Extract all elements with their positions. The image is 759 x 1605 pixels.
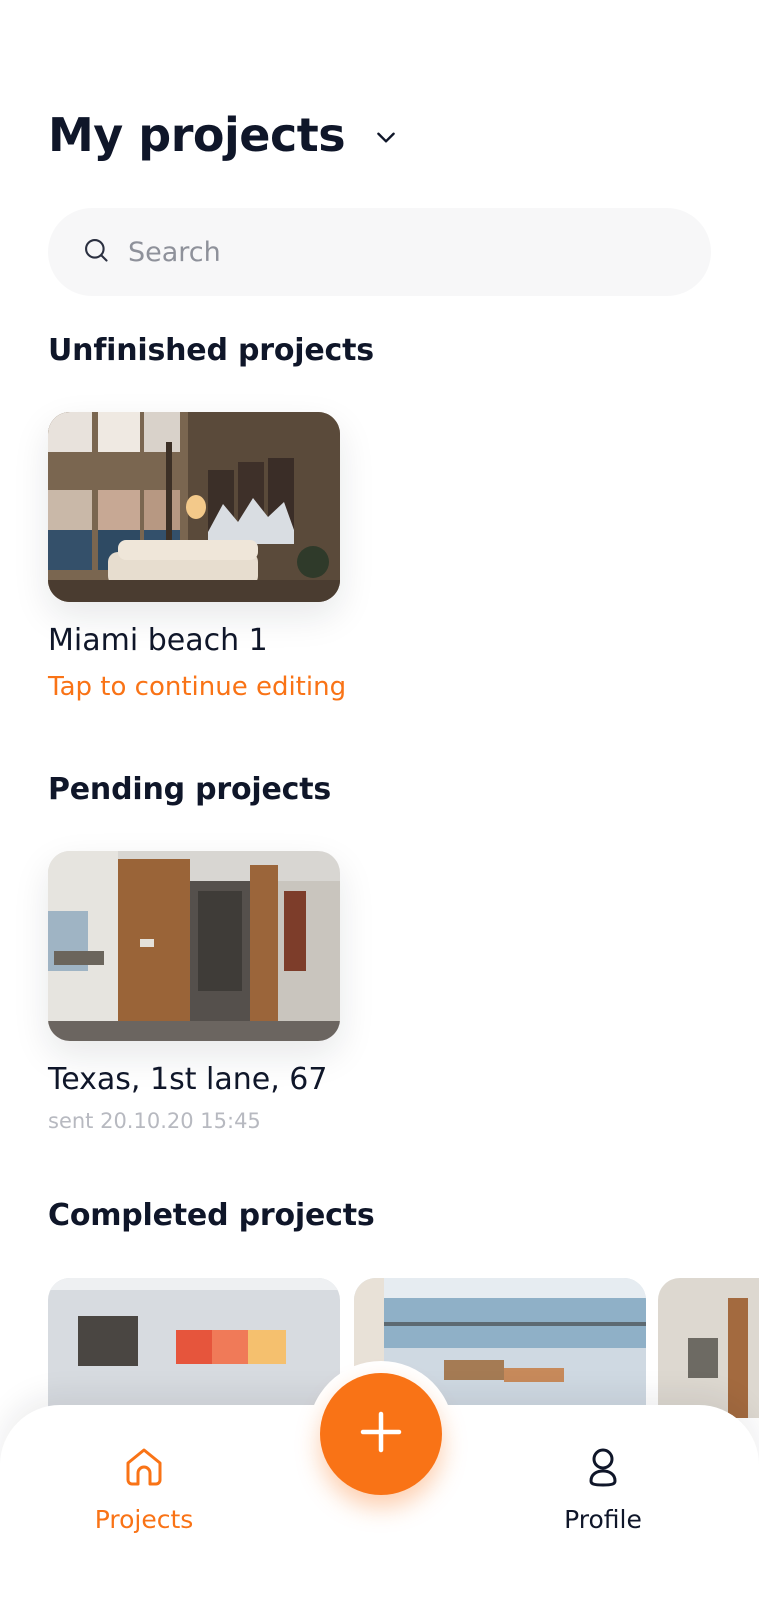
page-title: My projects [48, 108, 346, 162]
gallery-room-image [48, 1278, 340, 1418]
wine-cellar-image [48, 851, 340, 1041]
project-name-pending: Texas, 1st lane, 67 [48, 1062, 328, 1097]
nav-label-projects: Projects [94, 1505, 194, 1534]
project-thumbnail-pending[interactable] [48, 851, 340, 1041]
project-thumbnail-unfinished[interactable] [48, 412, 340, 602]
continue-editing-link[interactable]: Tap to continue editing [48, 672, 346, 702]
completed-project-thumbnail[interactable] [658, 1278, 759, 1418]
project-sent-date: sent 20.10.20 15:45 [48, 1109, 261, 1133]
nav-tab-profile[interactable]: Profile [528, 1443, 678, 1534]
home-icon [69, 1443, 219, 1491]
nav-label-profile: Profile [564, 1505, 642, 1534]
interior-image [658, 1278, 759, 1418]
project-name-unfinished: Miami beach 1 [48, 623, 268, 658]
search-icon [48, 236, 110, 268]
plus-icon [357, 1408, 405, 1460]
chevron-down-icon[interactable] [345, 116, 399, 154]
add-project-button[interactable] [320, 1373, 442, 1495]
completed-project-thumbnail[interactable] [48, 1278, 340, 1418]
nav-tab-projects[interactable]: Projects [69, 1443, 219, 1534]
search-bar[interactable] [48, 208, 711, 296]
header: My projects [48, 105, 399, 165]
section-title-completed: Completed projects [48, 1198, 375, 1233]
user-icon [528, 1443, 678, 1491]
section-title-unfinished: Unfinished projects [48, 333, 374, 368]
living-room-image [48, 412, 340, 602]
section-title-pending: Pending projects [48, 772, 332, 807]
search-input[interactable] [126, 235, 690, 269]
